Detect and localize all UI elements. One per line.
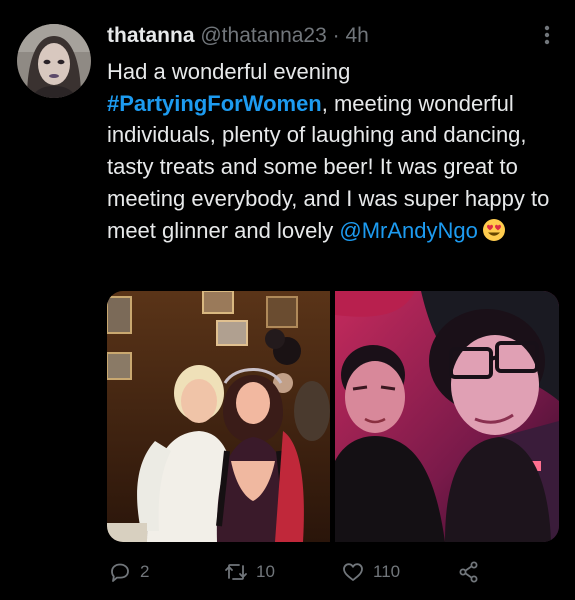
retweet-button[interactable]: 10 (224, 558, 275, 586)
retweet-count: 10 (256, 562, 275, 581)
avatar-image (17, 24, 91, 98)
share-icon (459, 561, 478, 583)
timestamp[interactable]: 4h (345, 24, 368, 47)
tweet-text-start: Had a wonderful evening (107, 59, 351, 84)
reply-icon (111, 563, 129, 582)
like-count: 110 (373, 562, 401, 581)
photo-left[interactable] (107, 291, 330, 542)
tweet-header: thatanna @thatanna23 · 4h (107, 22, 369, 50)
party-photo-image (107, 291, 330, 542)
photo-right[interactable] (335, 291, 559, 542)
avatar[interactable] (17, 24, 91, 98)
tweet-text: Had a wonderful evening #PartyingForWome… (107, 56, 562, 246)
more-dots-icon (544, 25, 550, 45)
more-options-button[interactable] (537, 22, 557, 48)
user-handle[interactable]: @thatanna23 (200, 24, 326, 47)
retweet-icon (225, 564, 247, 580)
selfie-photo-image (335, 291, 559, 542)
tweet[interactable]: thatanna @thatanna23 · 4h Had a wonderfu… (0, 0, 575, 600)
reply-button[interactable]: 2 (108, 558, 149, 586)
heart-eyes-emoji-icon (482, 218, 505, 241)
heart-icon (343, 563, 363, 581)
reply-count: 2 (140, 562, 150, 581)
tweet-actions: 2 10 110 (0, 558, 575, 586)
mention-link[interactable]: @MrAndyNgo (339, 218, 478, 243)
hashtag-link[interactable]: #PartyingForWomen (107, 91, 322, 116)
like-button[interactable]: 110 (341, 558, 400, 586)
separator: · (332, 24, 340, 47)
display-name[interactable]: thatanna (107, 24, 195, 47)
share-button[interactable] (457, 558, 481, 586)
